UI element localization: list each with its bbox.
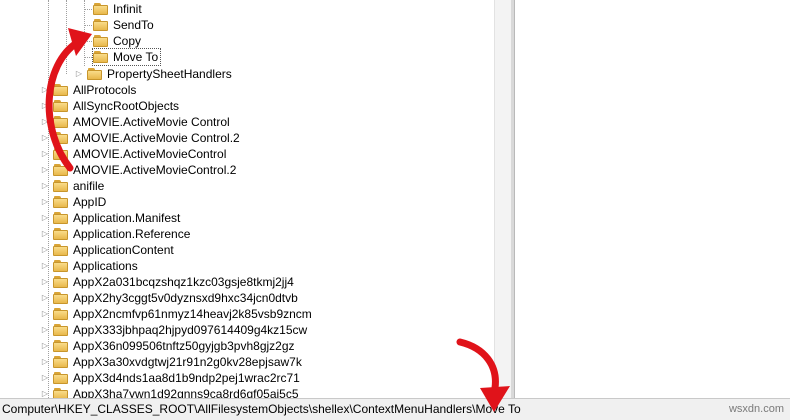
tree-item[interactable]: ▷ AppX3a30xvdgtwj21r91n2g0kv28epjsaw7k bbox=[40, 354, 302, 370]
expand-arrow-icon[interactable]: ▷ bbox=[40, 370, 50, 386]
tree-item[interactable]: ▷ Application.Reference bbox=[40, 226, 190, 242]
tree-item-label: AppX2hy3cggt5v0dyznsxd9hxc34jcn0dtvb bbox=[73, 291, 298, 305]
annotation-arrow-icon bbox=[456, 338, 510, 412]
tree-item-label: AppX36n099506tnftz50gyjgb3pvh8gjz2gz bbox=[73, 339, 295, 353]
folder-icon bbox=[53, 340, 69, 352]
expand-arrow-icon[interactable]: ▷ bbox=[40, 242, 50, 258]
tree-item[interactable]: ▷ AppX333jbhpaq2hjpyd097614409g4kz15cw bbox=[40, 322, 307, 338]
folder-icon bbox=[53, 356, 69, 368]
tree-item-label: Application.Reference bbox=[73, 227, 191, 241]
registry-tree[interactable]: Infinit SendTo Copy Move To ▷ PropertySh… bbox=[0, 0, 494, 398]
tree-item[interactable]: ▷ Application.Manifest bbox=[40, 210, 180, 226]
expand-arrow-icon[interactable]: ▷ bbox=[40, 354, 50, 370]
expand-arrow-icon[interactable]: ▷ bbox=[40, 322, 50, 338]
tree-item[interactable]: ▷ AppX3ha7ywn1d92gnns9ca8rd6gf05ai5c5 bbox=[40, 386, 299, 398]
folder-icon bbox=[53, 308, 69, 320]
expand-arrow-icon[interactable]: ▷ bbox=[40, 338, 50, 354]
expand-arrow-icon[interactable]: ▷ bbox=[40, 226, 50, 242]
tree-item[interactable]: ▷ AppX36n099506tnftz50gyjgb3pvh8gjz2gz bbox=[40, 338, 295, 354]
expand-arrow-icon[interactable]: ▷ bbox=[40, 178, 50, 194]
tree-item-label: Applications bbox=[73, 259, 138, 273]
folder-icon bbox=[53, 180, 69, 192]
tree-item[interactable]: ▷ AppX2a031bcqzshqz1kzc03gsje8tkmj2jj4 bbox=[40, 274, 294, 290]
folder-icon bbox=[53, 244, 69, 256]
expand-arrow-icon[interactable]: ▷ bbox=[40, 306, 50, 322]
tree-item-label: Infinit bbox=[113, 2, 142, 16]
folder-icon bbox=[53, 212, 69, 224]
tree-item[interactable]: ▷ Applications bbox=[40, 258, 138, 274]
expand-arrow-icon[interactable]: ▷ bbox=[40, 290, 50, 306]
status-bar: Computer\HKEY_CLASSES_ROOT\AllFilesystem… bbox=[0, 398, 790, 420]
tree-item-label: AppX3a30xvdgtwj21r91n2g0kv28epjsaw7k bbox=[73, 355, 302, 369]
folder-icon bbox=[53, 228, 69, 240]
values-pane[interactable] bbox=[515, 0, 790, 398]
tree-item-infinit[interactable]: Infinit bbox=[93, 1, 142, 17]
tree-item[interactable]: ▷ anifile bbox=[40, 178, 104, 194]
tree-item-label: AppID bbox=[73, 195, 107, 209]
tree-item-label: AppX2a031bcqzshqz1kzc03gsje8tkmj2jj4 bbox=[73, 275, 294, 289]
tree-item-label: ApplicationContent bbox=[73, 243, 174, 257]
expand-arrow-icon[interactable]: ▷ bbox=[40, 258, 50, 274]
tree-item[interactable]: ▷ AppX3d4nds1aa8d1b9ndp2pej1wrac2rc71 bbox=[40, 370, 300, 386]
folder-icon bbox=[53, 292, 69, 304]
tree-item[interactable]: ▷ AppX2hy3cggt5v0dyznsxd9hxc34jcn0dtvb bbox=[40, 290, 298, 306]
folder-icon bbox=[53, 388, 69, 398]
folder-icon bbox=[53, 196, 69, 208]
tree-item[interactable]: ▷ ApplicationContent bbox=[40, 242, 174, 258]
tree-item-label: Application.Manifest bbox=[73, 211, 181, 225]
folder-icon bbox=[93, 3, 109, 15]
folder-icon bbox=[53, 372, 69, 384]
folder-icon bbox=[53, 260, 69, 272]
expand-arrow-icon[interactable]: ▷ bbox=[40, 274, 50, 290]
tree-item-label: anifile bbox=[73, 179, 105, 193]
expand-arrow-icon[interactable]: ▷ bbox=[40, 386, 50, 398]
folder-icon bbox=[53, 276, 69, 288]
tree-item-label: AppX3d4nds1aa8d1b9ndp2pej1wrac2rc71 bbox=[73, 371, 300, 385]
tree-item-label: AppX333jbhpaq2hjpyd097614409g4kz15cw bbox=[73, 323, 308, 337]
watermark: wsxdn.com bbox=[728, 403, 784, 415]
tree-item[interactable]: ▷ AppX2ncmfvp61nmyz14heavj2k85vsb9zncm bbox=[40, 306, 312, 322]
folder-icon bbox=[53, 324, 69, 336]
annotation-arrow-icon bbox=[45, 28, 92, 172]
tree-item-label: AppX2ncmfvp61nmyz14heavj2k85vsb9zncm bbox=[73, 307, 312, 321]
expand-arrow-icon[interactable]: ▷ bbox=[40, 210, 50, 226]
tree-item[interactable]: ▷ AppID bbox=[40, 194, 106, 210]
expand-arrow-icon[interactable]: ▷ bbox=[40, 194, 50, 210]
tree-item-label: AppX3ha7ywn1d92gnns9ca8rd6gf05ai5c5 bbox=[73, 387, 299, 398]
